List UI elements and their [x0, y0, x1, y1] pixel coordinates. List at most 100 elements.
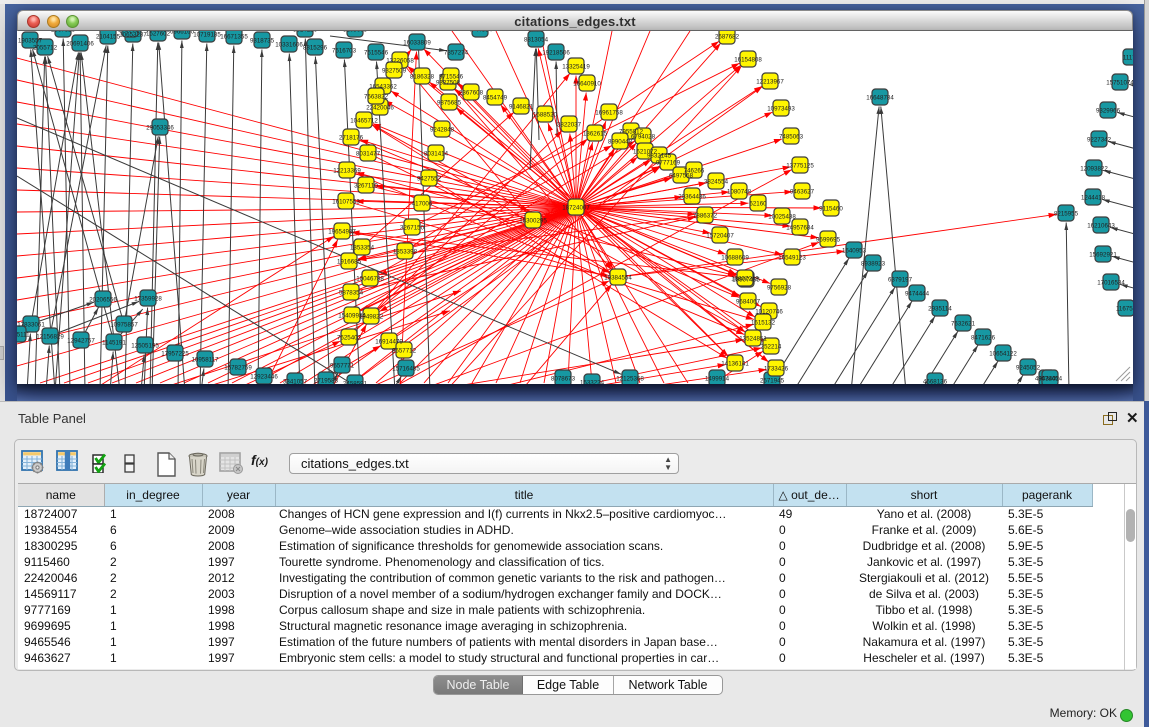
svg-text:9699695: 9699695	[816, 236, 841, 243]
svg-text:9245052: 9245052	[1016, 364, 1041, 371]
svg-text:116753: 116753	[1116, 305, 1133, 312]
svg-text:16543362: 16543362	[369, 83, 397, 90]
svg-text:8815296: 8815296	[303, 44, 328, 51]
svg-text:20691406: 20691406	[66, 40, 94, 47]
svg-text:10654122: 10654122	[989, 350, 1017, 357]
svg-text:1419610: 1419610	[118, 31, 143, 33]
svg-text:10025438: 10025438	[768, 213, 796, 220]
svg-text:18807249: 18807249	[731, 275, 759, 282]
svg-text:4744854: 4744854	[468, 31, 493, 33]
svg-text:2718176: 2718176	[339, 134, 364, 141]
svg-text:1903557: 1903557	[18, 37, 43, 44]
svg-text:13226058: 13226058	[386, 57, 414, 64]
svg-text:1949822: 1949822	[359, 313, 384, 320]
svg-text:14957684: 14957684	[786, 224, 814, 231]
svg-text:12213967: 12213967	[756, 78, 784, 85]
svg-text:9756928: 9756928	[767, 284, 792, 291]
svg-text:15716485: 15716485	[392, 365, 420, 372]
svg-text:1353398: 1353398	[393, 248, 418, 255]
svg-text:1362615: 1362615	[583, 130, 608, 137]
svg-text:12923446: 12923446	[250, 373, 278, 380]
svg-text:417006: 417006	[412, 200, 433, 207]
svg-text:2867825: 2867825	[51, 31, 76, 33]
svg-text:9463627: 9463627	[790, 188, 815, 195]
svg-text:10688609: 10688609	[721, 254, 749, 261]
svg-text:15720407: 15720407	[706, 232, 734, 239]
svg-text:22420046: 22420046	[366, 104, 394, 111]
svg-text:17359928: 17359928	[134, 295, 162, 302]
svg-text:3341057: 3341057	[283, 378, 308, 384]
svg-text:7516703: 7516703	[332, 47, 357, 54]
svg-text:18724007: 18724007	[562, 204, 590, 211]
svg-text:6794028: 6794028	[631, 133, 656, 140]
svg-text:7485063: 7485063	[779, 133, 804, 140]
svg-text:8990448: 8990448	[608, 138, 633, 145]
svg-text:19654987: 19654987	[328, 228, 356, 235]
svg-text:10120746: 10120746	[755, 308, 783, 315]
svg-text:1527602: 1527602	[146, 31, 171, 37]
svg-text:7515546: 7515546	[364, 49, 389, 56]
svg-text:8031477: 8031477	[356, 150, 381, 157]
svg-text:16640910: 16640910	[573, 80, 601, 87]
svg-text:2687682: 2687682	[715, 33, 740, 40]
svg-text:10975857: 10975857	[110, 321, 138, 328]
svg-text:14136141: 14136141	[721, 360, 749, 367]
svg-text:12942757: 12942757	[67, 337, 95, 344]
svg-text:20206556: 20206556	[89, 296, 117, 303]
svg-text:8215955: 8215955	[1054, 210, 1079, 217]
svg-text:9327508: 9327508	[436, 79, 461, 86]
svg-text:9242848: 9242848	[430, 126, 455, 133]
svg-text:7663822: 7663822	[364, 93, 389, 100]
svg-text:3915111: 3915111	[17, 331, 30, 338]
svg-text:1733426: 1733426	[764, 365, 789, 372]
svg-text:6379197: 6379197	[888, 276, 913, 283]
svg-text:252214: 252214	[761, 343, 782, 350]
svg-text:15751074: 15751074	[1106, 79, 1133, 86]
svg-text:8186328: 8186328	[410, 73, 435, 80]
svg-text:16648784: 16648784	[866, 94, 894, 101]
svg-text:3824554: 3824554	[704, 178, 729, 185]
svg-text:3267110: 3267110	[354, 182, 378, 189]
svg-text:9329966: 9329966	[1096, 107, 1121, 114]
svg-text:5878354: 5878354	[339, 289, 364, 296]
svg-text:9327509: 9327509	[382, 67, 407, 74]
svg-text:17833061: 17833061	[17, 321, 45, 328]
svg-text:746266: 746266	[684, 167, 705, 174]
svg-text:2055712: 2055712	[33, 44, 58, 51]
svg-text:9777169: 9777169	[656, 159, 681, 166]
svg-text:10465712: 10465712	[350, 117, 378, 124]
svg-text:10958117: 10958117	[191, 356, 219, 363]
svg-text:16671355: 16671355	[220, 33, 248, 40]
svg-text:8078673: 8078673	[551, 375, 576, 382]
svg-text:62160: 62160	[749, 200, 767, 207]
svg-text:10973493: 10973493	[767, 105, 795, 112]
svg-text:18300295: 18300295	[519, 217, 547, 224]
svg-text:11173: 11173	[1123, 54, 1133, 61]
svg-text:8813054: 8813054	[524, 36, 549, 43]
svg-text:1244418: 1244418	[1081, 194, 1106, 201]
svg-text:1080748: 1080748	[727, 188, 752, 195]
svg-text:16782759: 16782759	[224, 364, 252, 371]
svg-text:19218506: 19218506	[542, 49, 570, 56]
svg-text:29053346: 29053346	[146, 124, 174, 131]
svg-text:8471626: 8471626	[971, 334, 996, 341]
svg-text:1640953: 1640953	[842, 247, 867, 254]
svg-text:6966160: 6966160	[170, 31, 195, 35]
svg-text:1499914: 1499914	[705, 375, 730, 382]
svg-text:19384554: 19384554	[604, 274, 632, 281]
svg-text:2719583: 2719583	[314, 377, 339, 384]
svg-text:9427552: 9427552	[417, 175, 442, 182]
svg-text:16107553: 16107553	[332, 198, 360, 205]
svg-text:7625402: 7625402	[337, 334, 362, 341]
svg-text:16033809: 16033809	[403, 39, 431, 46]
svg-text:9318735: 9318735	[250, 37, 275, 44]
svg-text:13524851: 13524851	[739, 335, 767, 342]
svg-text:16154808: 16154808	[734, 56, 762, 63]
svg-text:9146821: 9146821	[509, 103, 534, 110]
svg-text:4668136: 4668136	[923, 378, 948, 384]
svg-text:13325419: 13325419	[562, 63, 590, 70]
svg-text:2571945: 2571945	[760, 377, 785, 384]
svg-text:2104155: 2104155	[96, 33, 121, 40]
svg-text:16961758: 16961758	[595, 109, 623, 116]
svg-text:9478454: 9478454	[1038, 375, 1063, 382]
